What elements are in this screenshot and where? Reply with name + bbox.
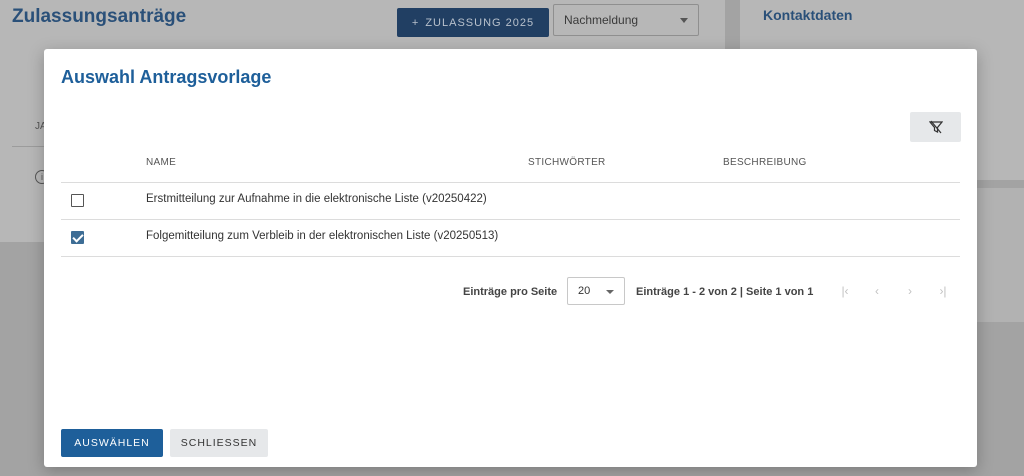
add-zulassung-label: ZULASSUNG 2025 — [425, 16, 535, 29]
column-header-keywords[interactable]: STICHWÖRTER — [528, 157, 606, 168]
pagination-info: Einträge 1 - 2 von 2 | Seite 1 von 1 — [636, 286, 814, 298]
row-checkbox[interactable] — [71, 231, 84, 244]
chevron-down-icon — [606, 290, 614, 294]
table-row[interactable]: Folgemitteilung zum Verbleib in der elek… — [61, 220, 960, 257]
row-name: Erstmitteilung zur Aufnahme in die elekt… — [146, 193, 487, 205]
close-button[interactable]: SCHLIESSEN — [170, 429, 268, 457]
template-selection-dialog: Auswahl Antragsvorlage NAME STICHWÖRTER … — [44, 49, 977, 467]
plus-icon: + — [411, 16, 420, 29]
filter-clear-icon — [928, 120, 943, 134]
add-zulassung-button: + ZULASSUNG 2025 — [397, 8, 549, 37]
first-page-icon[interactable]: |‹ — [838, 284, 852, 298]
row-name: Folgemitteilung zum Verbleib in der elek… — [146, 230, 499, 242]
clear-filter-button[interactable] — [910, 112, 961, 142]
per-page-label: Einträge pro Seite — [463, 286, 558, 298]
per-page-value: 20 — [578, 285, 591, 297]
chevron-down-icon — [680, 18, 688, 23]
type-select-value: Nachmeldung — [564, 13, 639, 27]
prev-page-icon[interactable]: ‹ — [870, 284, 884, 298]
row-checkbox[interactable] — [71, 194, 84, 207]
column-header-description[interactable]: BESCHREIBUNG — [723, 157, 807, 168]
table-header: NAME STICHWÖRTER BESCHREIBUNG — [61, 147, 960, 183]
contact-card-title: Kontaktdaten — [763, 7, 853, 23]
last-page-icon[interactable]: ›| — [936, 284, 950, 298]
page-title: Zulassungsanträge — [12, 6, 187, 27]
next-page-icon[interactable]: › — [903, 284, 917, 298]
per-page-select[interactable]: 20 — [567, 277, 625, 305]
dialog-title: Auswahl Antragsvorlage — [61, 67, 272, 87]
pagination: Einträge pro Seite 20 Einträge 1 - 2 von… — [44, 277, 977, 307]
type-select: Nachmeldung — [553, 4, 699, 36]
table-row[interactable]: Erstmitteilung zur Aufnahme in die elekt… — [61, 183, 960, 220]
template-table: NAME STICHWÖRTER BESCHREIBUNG Erstmittei… — [61, 147, 960, 257]
column-header-name[interactable]: NAME — [146, 157, 176, 168]
select-button[interactable]: AUSWÄHLEN — [61, 429, 163, 457]
